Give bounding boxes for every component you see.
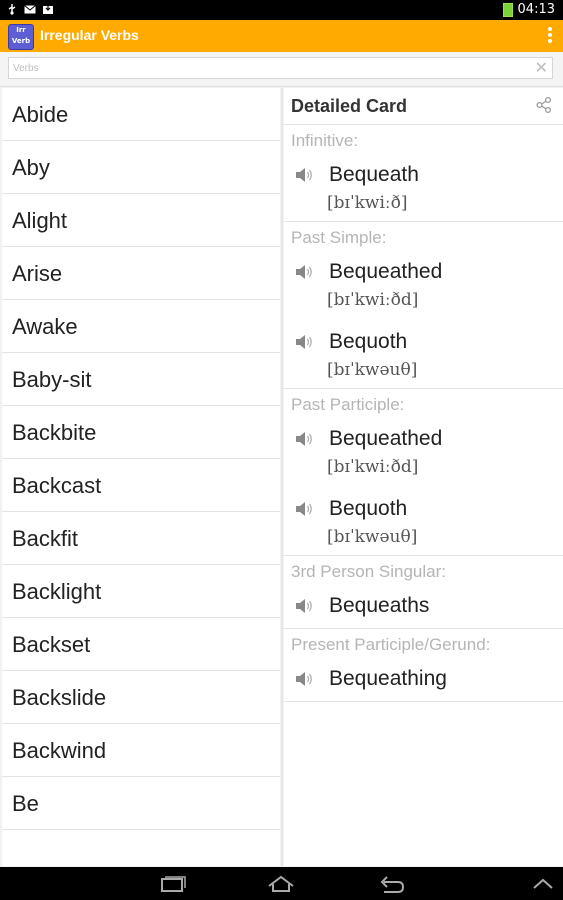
- logo-text-top: Irr: [16, 26, 26, 34]
- list-item[interactable]: Backbite: [2, 406, 280, 459]
- verb-form-row: Bequeathing: [284, 655, 563, 701]
- verb-form-row: Bequoth [bɪˈkwəuθ]: [284, 318, 563, 388]
- download-icon: [43, 4, 53, 14]
- pane-divider: [281, 88, 283, 866]
- list-item[interactable]: Backset: [2, 618, 280, 671]
- verb-form-word: Bequeaths: [329, 594, 430, 617]
- verb-form-word: Bequeathing: [329, 667, 447, 690]
- list-item[interactable]: Aby: [2, 141, 280, 194]
- search-input[interactable]: Verbs: [8, 57, 553, 79]
- clock: 04:13: [517, 2, 555, 17]
- transcription: [bɪˈkwiːð]: [327, 193, 408, 213]
- status-bar: 04:13: [0, 0, 563, 20]
- list-item[interactable]: Abide: [2, 88, 280, 141]
- battery-icon: [502, 2, 513, 17]
- verb-form-word: Bequoth: [329, 497, 408, 520]
- verb-form-word: Bequeathed: [329, 427, 443, 450]
- detail-sections: Infinitive: Bequeath [bɪˈkwiːð] Past Simple…: [284, 125, 563, 702]
- transcription: [bɪˈkwiːðd]: [327, 290, 419, 310]
- form-section: 3rd Person Singular: Bequeaths: [284, 556, 563, 629]
- detailed-card: Detailed Card Infinitive: Bequeath [bɪˈkwi…: [284, 88, 563, 866]
- section-label: Present Participle/Gerund:: [291, 635, 491, 654]
- share-icon[interactable]: [535, 96, 553, 114]
- verb-form-row: Bequeath [bɪˈkwiːð]: [284, 151, 563, 221]
- list-item[interactable]: Backwind: [2, 724, 280, 777]
- speaker-icon[interactable]: [294, 167, 314, 183]
- speaker-icon[interactable]: [294, 334, 314, 350]
- app-title: Irregular Verbs: [40, 27, 139, 43]
- navigation-bar: [0, 867, 563, 900]
- transcription: [bɪˈkwəuθ]: [327, 527, 418, 547]
- list-item[interactable]: Backslide: [2, 671, 280, 724]
- list-item[interactable]: Backcast: [2, 459, 280, 512]
- expand-icon[interactable]: [528, 874, 558, 894]
- mail-icon: [24, 5, 36, 14]
- speaker-icon[interactable]: [294, 431, 314, 447]
- close-icon[interactable]: ✕: [535, 60, 548, 76]
- action-bar: Irr Verb Irregular Verbs: [0, 20, 563, 52]
- overflow-menu-icon[interactable]: [547, 27, 553, 45]
- section-label: Past Participle:: [291, 395, 405, 414]
- app-logo-icon[interactable]: Irr Verb: [8, 24, 34, 50]
- detail-header: Detailed Card: [284, 88, 563, 125]
- verb-form-row: Bequeathed [bɪˈkwiːðd]: [284, 415, 563, 485]
- list-item[interactable]: Alight: [2, 194, 280, 247]
- home-icon[interactable]: [266, 874, 296, 894]
- section-label: Infinitive:: [291, 131, 359, 150]
- verb-form-row: Bequeaths: [284, 582, 563, 628]
- list-item[interactable]: Backlight: [2, 565, 280, 618]
- detail-title: Detailed Card: [291, 96, 408, 116]
- speaker-icon[interactable]: [294, 501, 314, 517]
- form-section: Infinitive: Bequeath [bɪˈkwiːð]: [284, 125, 563, 222]
- usb-icon: [8, 4, 16, 15]
- list-item[interactable]: Baby-sit: [2, 353, 280, 406]
- transcription: [bɪˈkwiːðd]: [327, 457, 419, 477]
- form-section: Past Simple: Bequeathed [bɪˈkwiːðd] Bequoth…: [284, 222, 563, 389]
- form-section: Present Participle/Gerund: Bequeathing: [284, 629, 563, 702]
- verb-form-row: Bequeathed [bɪˈkwiːðd]: [284, 248, 563, 318]
- speaker-icon[interactable]: [294, 264, 314, 280]
- list-item[interactable]: Arise: [2, 247, 280, 300]
- recent-apps-icon[interactable]: [158, 874, 188, 894]
- verb-form-word: Bequeath: [329, 163, 419, 186]
- transcription: [bɪˈkwəuθ]: [327, 360, 418, 380]
- section-label: Past Simple:: [291, 228, 387, 247]
- speaker-icon[interactable]: [294, 671, 314, 687]
- form-section: Past Participle: Bequeathed [bɪˈkwiːðd] Beq…: [284, 389, 563, 556]
- list-item[interactable]: Backfit: [2, 512, 280, 565]
- verb-form-row: Bequoth [bɪˈkwəuθ]: [284, 485, 563, 555]
- verb-form-word: Bequeathed: [329, 260, 443, 283]
- back-icon[interactable]: [376, 874, 406, 894]
- logo-text-bottom: Verb: [11, 37, 31, 45]
- list-item[interactable]: Awake: [2, 300, 280, 353]
- list-item[interactable]: Be: [2, 777, 280, 830]
- list-item[interactable]: [2, 830, 280, 866]
- speaker-icon[interactable]: [294, 598, 314, 614]
- verb-list: Abide Aby Alight Arise Awake Baby-sit Backbite…: [2, 88, 280, 866]
- search-bar: Verbs ✕: [0, 52, 563, 87]
- verb-form-word: Bequoth: [329, 330, 408, 353]
- section-label: 3rd Person Singular:: [291, 562, 446, 581]
